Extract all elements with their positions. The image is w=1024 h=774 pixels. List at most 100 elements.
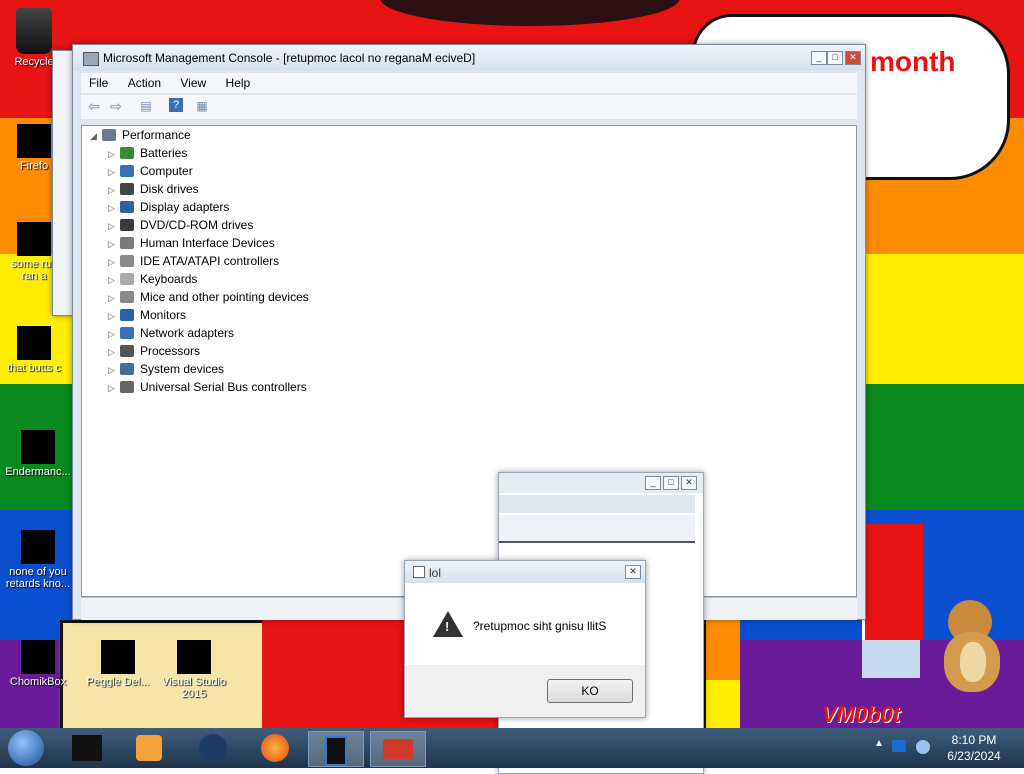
expand-arrow-icon[interactable]: ▷ [108,307,120,325]
expand-arrow-icon[interactable]: ▷ [108,181,120,199]
help-icon[interactable]: ? [169,98,183,112]
taskbar-device-window[interactable] [308,731,364,767]
disk-drive-icon [120,183,134,195]
mmc-app-icon [83,52,99,66]
bubble-text: month [870,46,956,77]
properties-icon[interactable]: ▦ [193,98,211,114]
clock-time: 8:10 PM [951,733,997,747]
menu-bar: File Action View Help [81,73,857,93]
dialog-close-button[interactable]: ✕ [625,565,641,579]
tree-root[interactable]: ◢ Performance [90,126,191,144]
usb-icon [120,381,134,393]
menu-help[interactable]: Help [218,73,259,93]
tree-node[interactable]: ▷ Batteries [108,144,187,162]
display-adapter-icon [120,201,134,213]
file-icon [17,326,51,360]
expand-arrow-icon[interactable]: ▷ [108,325,120,343]
expand-arrow-icon[interactable]: ▷ [108,361,120,379]
taskbar-media-player[interactable] [122,731,176,765]
tree-node[interactable]: ▷ Keyboards [108,270,197,288]
ok-button[interactable]: KO [547,679,633,703]
lol-dialog[interactable]: lol ✕ ! ?retupmoc siht gnisu llitS KO [404,560,646,718]
tree-node[interactable]: ▷ Universal Serial Bus controllers [108,378,307,396]
taskbar: ▲ 8:10 PM 6/23/2024 [0,728,1024,768]
desktop-icon-peggle[interactable]: Peggle Del... [78,640,158,688]
clock[interactable]: 8:10 PM 6/23/2024 [936,732,1012,764]
device-tree: ◢ Performance ▷ Batteries ▷ Computer ▷ Disk dr… [81,125,857,597]
desktop-icon-that-butts[interactable]: that butts c [0,326,74,374]
show-hide-tree-icon[interactable]: ▤ [137,98,155,114]
mmc-window[interactable]: Microsoft Management Console - [retupmoc… [72,44,866,620]
desktop-icon-none-of-you[interactable]: none of you retards kno... [0,530,78,590]
tree-node-label: Batteries [140,146,188,160]
show-hidden-icons[interactable]: ▲ [874,738,884,749]
secondary-minimize-button[interactable]: _ [645,476,661,490]
menu-file[interactable]: File [81,73,116,93]
tree-node[interactable]: ▷ Computer [108,162,193,180]
expand-arrow-icon[interactable]: ▷ [108,343,120,361]
expand-arrow-icon[interactable]: ▷ [108,289,120,307]
desktop-icon-visual-studio[interactable]: Visual Studio 2015 [154,640,234,700]
desktop-icon-chomikbox[interactable]: ChomikBox [0,640,78,688]
mmc-titlebar[interactable]: Microsoft Management Console - [retupmoc… [73,45,865,71]
maximize-button[interactable]: □ [827,51,843,65]
battery-icon [120,147,134,159]
hamster-image [942,600,1006,700]
network-tray-icon[interactable] [892,740,906,752]
expand-arrow-icon[interactable]: ▷ [108,379,120,397]
expand-arrow-icon[interactable]: ▷ [108,145,120,163]
tree-node[interactable]: ▷ DVD/CD-ROM drives [108,216,253,234]
expand-arrow-icon[interactable]: ▷ [108,271,120,289]
forward-icon[interactable]: ⇨ [107,98,125,114]
taskbar-windows-media[interactable] [186,731,240,765]
tree-node[interactable]: ▷ Processors [108,342,200,360]
expand-arrow-icon[interactable]: ▷ [108,199,120,217]
tree-node[interactable]: ▷ Monitors [108,306,186,324]
dialog-app-icon [413,566,425,578]
tree-node-label: IDE ATA/ATAPI controllers [140,254,280,268]
expand-arrow-icon[interactable]: ▷ [108,217,120,235]
secondary-maximize-button[interactable]: □ [663,476,679,490]
tree-node[interactable]: ▷ IDE ATA/ATAPI controllers [108,252,279,270]
tree-node[interactable]: ▷ Mice and other pointing devices [108,288,309,306]
network-adapter-icon [120,327,134,339]
tree-node-label: Processors [140,344,201,358]
tree-node[interactable]: ▷ Disk drives [108,180,199,198]
taskbar-firefox[interactable] [248,731,302,765]
dialog-title: lol [429,566,442,580]
volume-tray-icon[interactable] [916,740,930,754]
back-icon[interactable]: ⇦ [85,98,103,114]
menu-view[interactable]: View [172,73,214,93]
tree-node-label: Keyboards [140,272,198,286]
processor-icon [120,345,134,357]
peggle-icon [101,640,135,674]
warning-icon-mark: ! [445,619,450,634]
collapse-arrow-icon[interactable]: ◢ [90,127,102,145]
start-orb[interactable] [8,730,44,766]
tree-node[interactable]: ▷ Human Interface Devices [108,234,275,252]
computer-icon [120,165,134,177]
tree-node[interactable]: ▷ System devices [108,360,224,378]
expand-arrow-icon[interactable]: ▷ [108,163,120,181]
desktop-icon-endermanch[interactable]: Endermanc... [0,430,78,478]
dialog-message: ?retupmoc siht gnisu llitS [473,619,607,633]
taskbar-toolbox[interactable] [370,731,426,767]
tree-node-label: DVD/CD-ROM drives [140,218,254,232]
mouse-icon [120,291,134,303]
taskbar-explorer[interactable] [60,731,114,765]
expand-arrow-icon[interactable]: ▷ [108,235,120,253]
minimize-button[interactable]: _ [811,51,827,65]
close-button[interactable]: ✕ [845,51,861,65]
menu-action[interactable]: Action [120,73,169,93]
secondary-close-button[interactable]: ✕ [681,476,697,490]
monitor-icon [120,309,134,321]
tree-node-label: Universal Serial Bus controllers [140,380,307,394]
toolbar: ⇦ ⇨ ▤ ? ▦ [81,95,857,119]
firefox-icon [17,124,51,158]
dvd-drive-icon [120,219,134,231]
clock-date: 6/23/2024 [947,749,1001,763]
tree-node[interactable]: ▷ Network adapters [108,324,234,342]
tree-node-label: Display adapters [140,200,230,214]
expand-arrow-icon[interactable]: ▷ [108,253,120,271]
tree-node[interactable]: ▷ Display adapters [108,198,229,216]
